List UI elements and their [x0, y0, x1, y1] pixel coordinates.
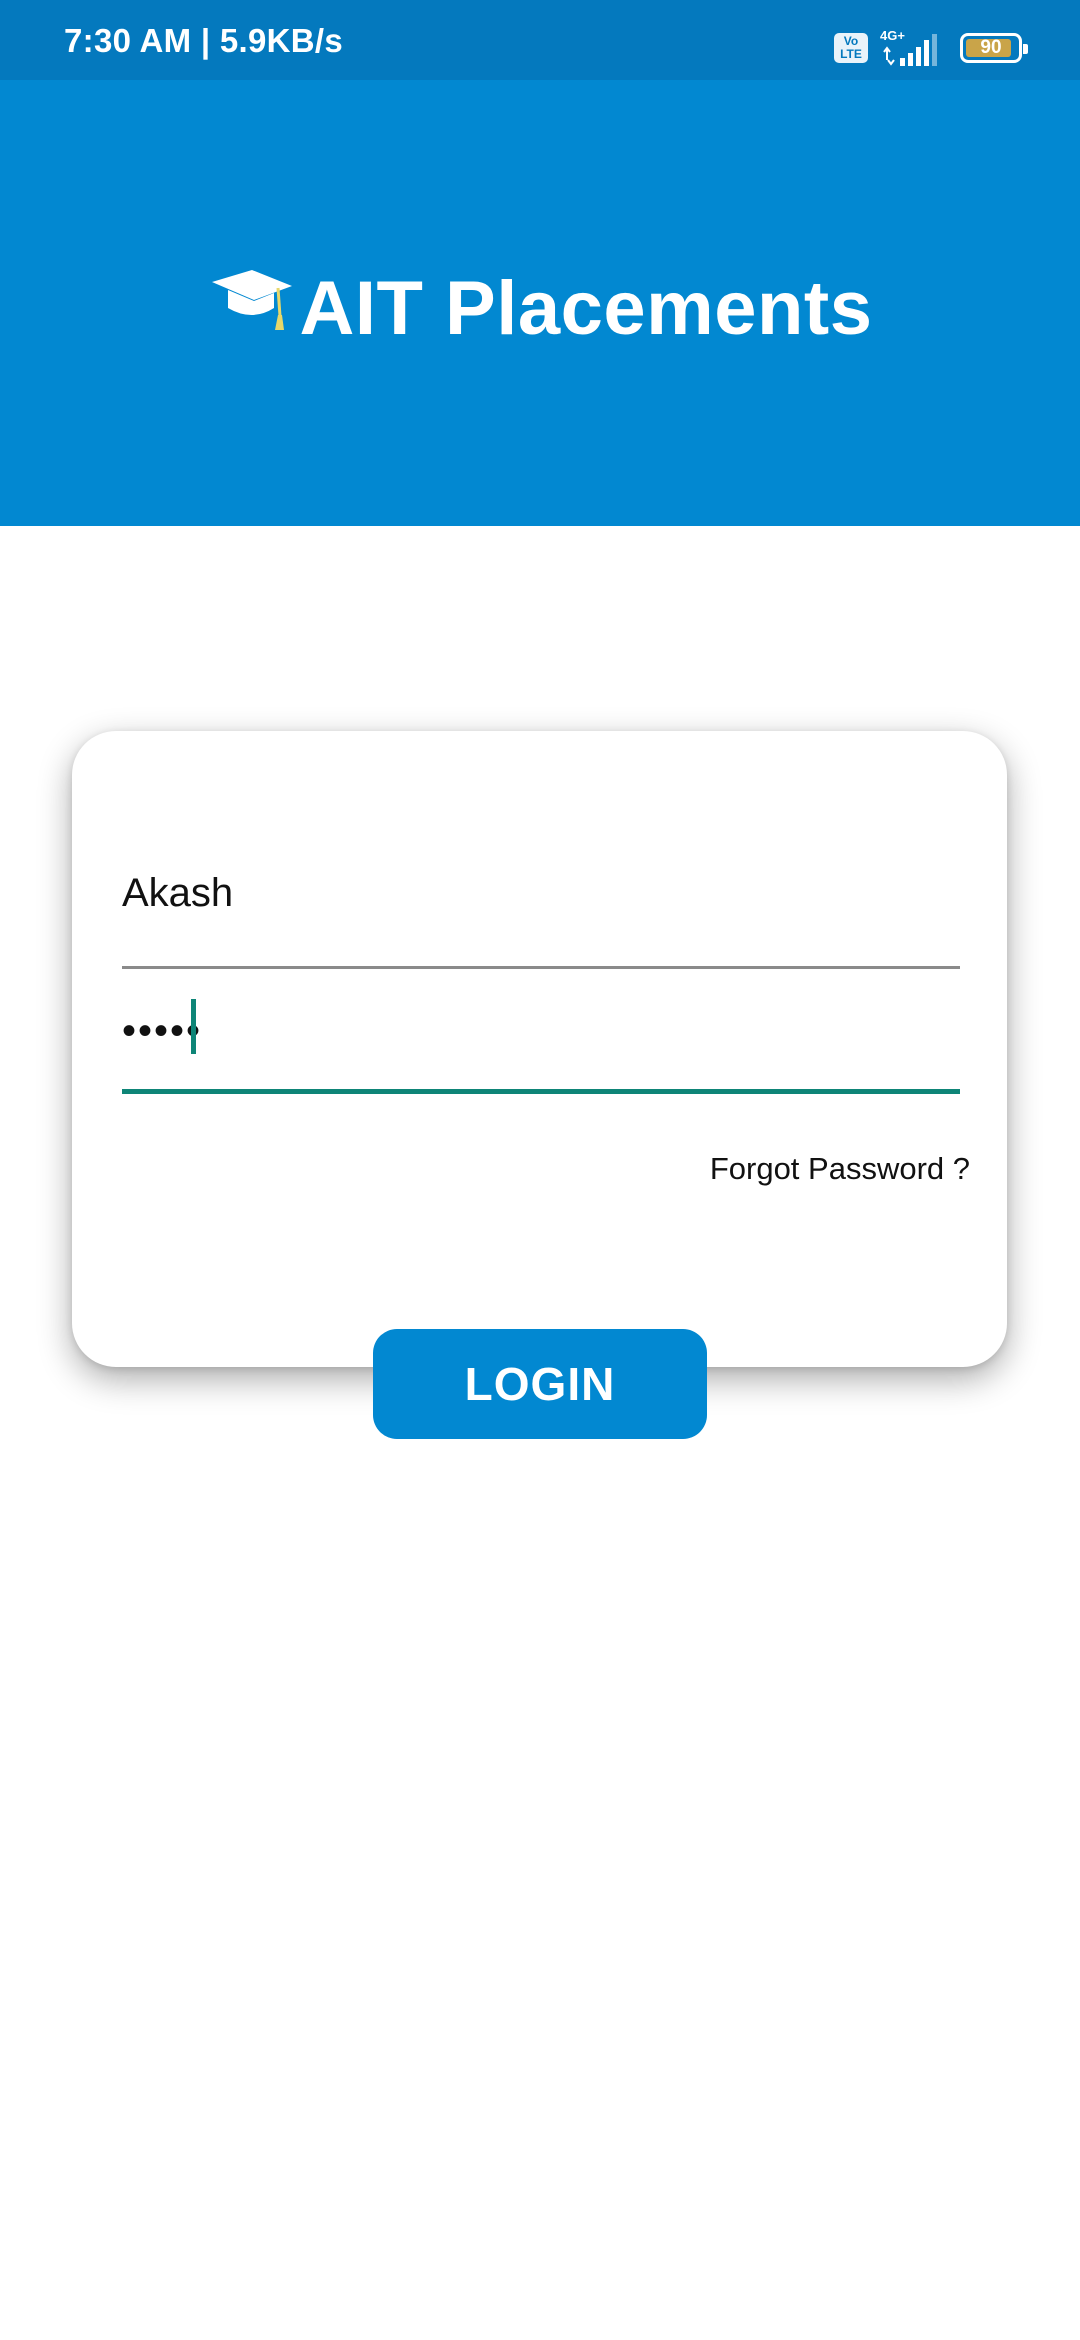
password-field[interactable]: ••••• [122, 999, 960, 1101]
battery-percent: 90 [980, 37, 1002, 58]
graduation-cap-icon [211, 269, 292, 330]
volte-bottom-label: LTE [840, 47, 862, 61]
forgot-password-link[interactable]: Forgot Password ? [710, 1151, 970, 1187]
status-time-speed: 7:30 AM | 5.9KB/s [64, 22, 344, 59]
brand: AIT Placements [0, 265, 1080, 352]
battery-icon: 90 [960, 33, 1028, 63]
app-title: AIT Placements [299, 266, 873, 351]
signal-icon: 4G+ [880, 28, 940, 66]
username-value[interactable]: Akash [122, 871, 233, 916]
login-card: Akash ••••• Forgot Password ? [72, 731, 1007, 1367]
login-button[interactable]: LOGIN [373, 1329, 707, 1439]
username-field[interactable]: Akash [122, 871, 960, 971]
username-underline [122, 966, 960, 969]
password-underline [122, 1089, 960, 1094]
text-cursor [191, 999, 196, 1054]
volte-icon: Vo LTE [834, 33, 868, 63]
status-bar: 7:30 AM | 5.9KB/s Vo LTE 4G+ 90 [0, 0, 1080, 80]
network-type-label: 4G+ [880, 28, 905, 43]
status-icons: Vo LTE 4G+ 90 [834, 28, 1028, 66]
app-header: AIT Placements [0, 80, 1080, 526]
